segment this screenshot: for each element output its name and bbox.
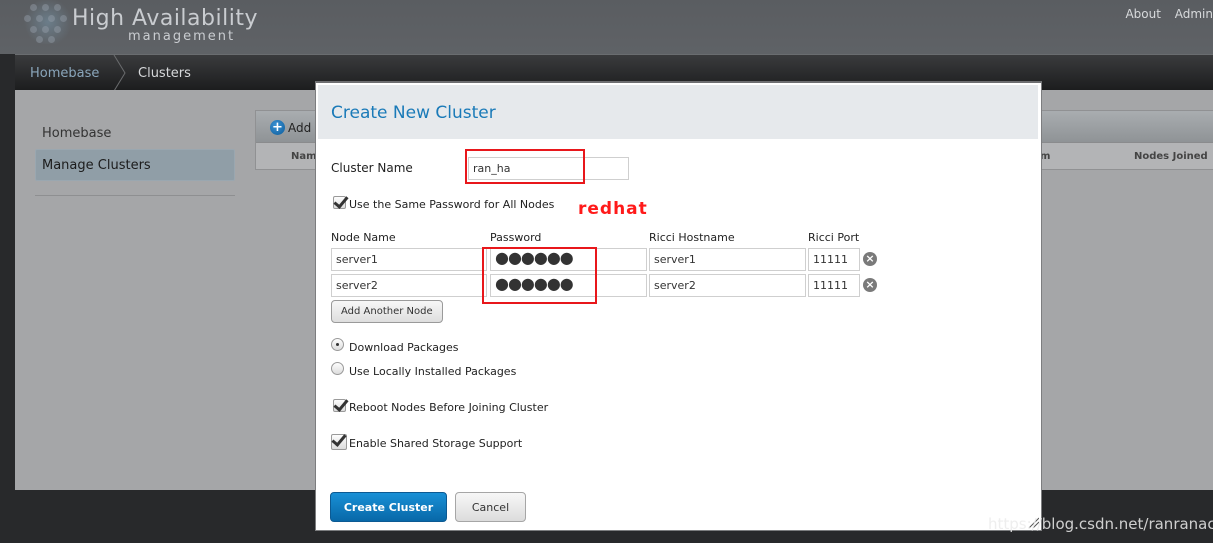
shared-storage-label: Enable Shared Storage Support [349,437,523,450]
col-node-name: Node Name [331,231,396,244]
breadcrumb-separator-icon [113,55,126,91]
node-name-input[interactable] [331,248,487,271]
same-password-checkbox[interactable] [333,196,346,209]
dialog-title: Create New Cluster [331,103,496,123]
reboot-nodes-checkbox[interactable] [333,399,346,412]
node-name-input[interactable] [331,274,487,297]
annotation-box-passwords [482,247,597,304]
sidebar-divider [35,195,235,196]
breadcrumb-homebase[interactable]: Homebase [30,66,99,81]
download-packages-radio[interactable] [331,338,344,351]
about-link[interactable]: About [1125,7,1160,21]
cluster-name-label: Cluster Name [331,161,413,175]
cancel-button[interactable]: Cancel [455,492,526,522]
admin-link[interactable]: Admin [1175,7,1213,21]
watermark: https://blog.csdn.net/ranranacc_ [988,515,1213,533]
add-another-node-button[interactable]: Add Another Node [331,300,443,323]
local-packages-label: Use Locally Installed Packages [349,365,517,378]
create-cluster-dialog: Create New Cluster Cluster Name Use the … [315,81,1042,531]
download-packages-label: Download Packages [349,341,459,354]
remove-node-icon[interactable]: × [863,278,877,292]
top-links: About Admin [1115,7,1213,21]
col-ricci-hostname: Ricci Hostname [649,231,735,244]
col-ricci-port: Ricci Port [808,231,860,244]
annotation-box-cluster-name [465,149,585,184]
create-cluster-button[interactable]: Create Cluster [330,492,447,522]
add-cluster-button[interactable]: + Add [270,120,311,135]
app-subtitle: management [128,29,236,44]
breadcrumb-clusters: Clusters [138,66,191,81]
reboot-nodes-label: Reboot Nodes Before Joining Cluster [349,401,549,414]
local-packages-radio[interactable] [331,362,344,375]
dialog-header: Create New Cluster [318,85,1038,139]
ricci-port-input[interactable] [808,274,860,297]
sidebar-item-homebase[interactable]: Homebase [42,126,111,141]
remove-node-icon[interactable]: × [863,252,877,266]
app-header: High Availability management About Admin [0,0,1213,54]
ricci-port-input[interactable] [808,248,860,271]
shared-storage-checkbox[interactable] [331,434,347,450]
ricci-hostname-input[interactable] [649,248,806,271]
ricci-hostname-input[interactable] [649,274,806,297]
sidebar-item-manage-clusters[interactable]: Manage Clusters [35,149,235,181]
col-password: Password [490,231,542,244]
app-title: High Availability [72,6,258,31]
logo-icon [22,0,74,44]
column-nodes-joined[interactable]: Nodes Joined [1134,151,1208,162]
plus-circle-icon: + [270,120,285,135]
add-label: Add [288,120,312,135]
same-password-label: Use the Same Password for All Nodes [349,198,555,211]
annotation-password-note: redhat [578,199,648,219]
